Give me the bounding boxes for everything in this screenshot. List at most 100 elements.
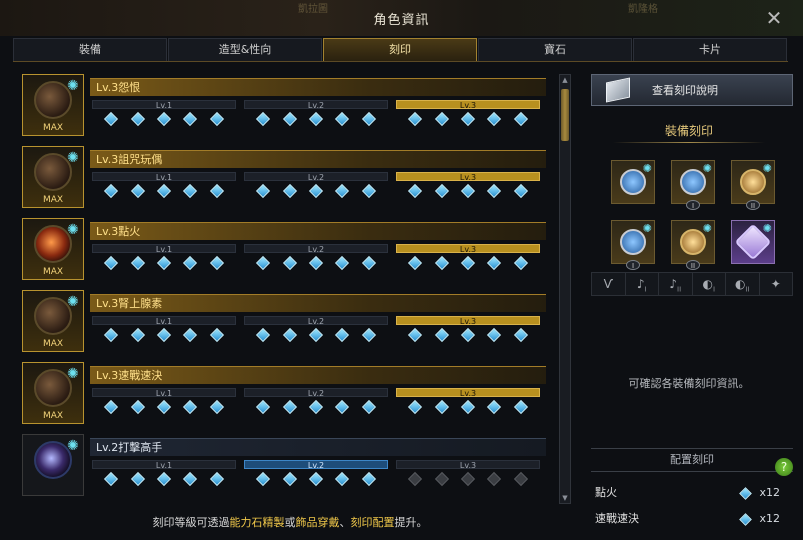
equipment-slot-ability-stone-icon[interactable]: ✺ bbox=[731, 220, 775, 264]
equipped-engraving-title: 裝備刻印 bbox=[664, 124, 713, 138]
equipment-slot-earring-icon[interactable]: ✺ II bbox=[731, 160, 775, 210]
level-header: Lv.2 bbox=[244, 388, 388, 398]
engraving-row[interactable]: ✺ MAX Lv.3腎上腺素 Lv.1 Lv.2 Lv.3 bbox=[20, 288, 550, 352]
level-group: Lv.3 bbox=[396, 244, 540, 274]
max-badge: MAX bbox=[42, 195, 64, 205]
engraving-node-icon bbox=[282, 471, 297, 487]
engraving-node-icon bbox=[434, 399, 449, 415]
engraving-node-icon bbox=[408, 327, 423, 343]
engraving-node-icon bbox=[282, 183, 297, 199]
level-group: Lv.2 bbox=[244, 100, 388, 130]
level-group: Lv.1 bbox=[92, 460, 236, 490]
engraving-spark-icon: ✺ bbox=[67, 222, 79, 238]
footer-text: 、 bbox=[339, 516, 351, 529]
engraving-name: Lv.3速戰速決 bbox=[90, 366, 546, 384]
engraving-node-icon bbox=[739, 513, 752, 526]
slot-rank-badge: I bbox=[626, 260, 640, 270]
level-header: Lv.2 bbox=[244, 100, 388, 110]
engraving-node-icon bbox=[130, 111, 145, 127]
engraving-node-icon bbox=[256, 327, 271, 343]
engraving-row[interactable]: ✺ MAX Lv.3詛咒玩偶 Lv.1 Lv.2 Lv.3 bbox=[20, 144, 550, 208]
configured-engraving-header: 配置刻印 bbox=[591, 448, 793, 472]
configured-engraving-item: 速戰速決 x12 bbox=[595, 510, 790, 528]
engraving-node-icon bbox=[308, 327, 324, 343]
engraving-node-icon bbox=[487, 255, 502, 271]
engraving-icon: ✺ MAX bbox=[22, 218, 84, 280]
window-title: 角色資訊 bbox=[373, 12, 430, 28]
filter-ability-stone-icon[interactable]: ✦ bbox=[760, 273, 793, 295]
engraving-node-icon bbox=[156, 471, 172, 487]
tab-4[interactable]: 卡片 bbox=[633, 38, 787, 61]
engraving-spark-icon: ✺ bbox=[702, 222, 712, 235]
engraving-node-icon bbox=[156, 255, 172, 271]
engraving-node-icon bbox=[361, 111, 376, 127]
engraving-node-icon bbox=[256, 111, 271, 127]
equipment-slot-ring-icon[interactable]: ✺ I bbox=[611, 220, 655, 270]
level-header: Lv.1 bbox=[92, 100, 236, 110]
engraving-row[interactable]: ✺ Lv.2打擊高手 Lv.1 Lv.2 Lv.3 bbox=[20, 432, 550, 496]
engraving-node-icon bbox=[460, 399, 476, 415]
tab-bar: 裝備 造型&性向 刻印 寶石 卡片 bbox=[13, 38, 788, 62]
earring-icon: ♪ bbox=[669, 277, 678, 291]
engraving-node-icon bbox=[513, 471, 528, 487]
engraving-node-icon bbox=[434, 111, 449, 127]
engraving-info-hint: 可確認各裝備刻印資訊。 bbox=[628, 377, 750, 390]
engraving-row[interactable]: ✺ MAX Lv.3怨恨 Lv.1 Lv.2 Lv.3 bbox=[20, 72, 550, 136]
filter-ring-icon[interactable]: ◐I bbox=[693, 273, 726, 295]
scrollbar[interactable]: ▲ ▼ bbox=[559, 74, 571, 504]
engraving-node-icon bbox=[209, 327, 224, 343]
engraving-node-icon bbox=[183, 327, 198, 343]
engraving-node-icon bbox=[130, 183, 145, 199]
equipment-slot-earring-icon[interactable]: ✺ I bbox=[671, 160, 715, 210]
engraving-row[interactable]: ✺ MAX Lv.3點火 Lv.1 Lv.2 Lv.3 bbox=[20, 216, 550, 280]
engraving-node-icon bbox=[361, 183, 376, 199]
engraving-node-icon bbox=[104, 471, 119, 487]
close-icon[interactable]: ✕ bbox=[763, 7, 785, 29]
engraving-node-icon bbox=[513, 327, 528, 343]
level-group: Lv.1 bbox=[92, 100, 236, 130]
equipment-slot-necklace-icon[interactable]: ✺ bbox=[611, 160, 655, 204]
tab-2[interactable]: 刻印 bbox=[323, 38, 477, 61]
level-header: Lv.1 bbox=[92, 316, 236, 326]
filter-earring-icon[interactable]: ♪I bbox=[626, 273, 659, 295]
filter-ring-icon[interactable]: ◐II bbox=[726, 273, 760, 295]
engraving-node-icon bbox=[487, 111, 502, 127]
configured-engraving-amount: x12 bbox=[759, 486, 780, 499]
view-engraving-description-button[interactable]: 查看刻印說明 bbox=[591, 74, 793, 106]
necklace-icon: Ѵ bbox=[603, 277, 613, 291]
equipment-slot-ring-icon[interactable]: ✺ II bbox=[671, 220, 715, 270]
engraving-node-icon bbox=[183, 471, 198, 487]
engraving-node-icon bbox=[408, 183, 423, 199]
filter-earring-icon[interactable]: ♪II bbox=[659, 273, 693, 295]
tab-0[interactable]: 裝備 bbox=[13, 38, 167, 61]
level-group: Lv.1 bbox=[92, 172, 236, 202]
engraving-node-icon bbox=[513, 183, 528, 199]
scroll-down-icon[interactable]: ▼ bbox=[560, 493, 570, 503]
engraving-row[interactable]: ✺ MAX Lv.3速戰速決 Lv.1 Lv.2 Lv.3 bbox=[20, 360, 550, 424]
help-icon[interactable]: ? bbox=[775, 458, 793, 476]
engraving-node-icon bbox=[408, 111, 423, 127]
tab-1[interactable]: 造型&性向 bbox=[168, 38, 322, 61]
filter-necklace-icon[interactable]: Ѵ bbox=[592, 273, 626, 295]
max-badge: MAX bbox=[42, 411, 64, 421]
divider bbox=[613, 142, 765, 143]
earring-icon: ♪ bbox=[636, 277, 645, 291]
engraving-node-icon bbox=[408, 399, 423, 415]
engraving-name: Lv.3怨恨 bbox=[90, 78, 546, 96]
level-group: Lv.1 bbox=[92, 388, 236, 418]
engraving-node-icon bbox=[282, 255, 297, 271]
filter-rank: I bbox=[712, 285, 716, 294]
scroll-thumb[interactable] bbox=[561, 89, 569, 141]
tab-3[interactable]: 寶石 bbox=[478, 38, 632, 61]
engraving-name: Lv.2打擊高手 bbox=[90, 438, 546, 456]
footer-hint: 刻印等級可透過能力石精製或飾品穿戴、刻印配置提升。 bbox=[20, 514, 560, 530]
level-header: Lv.2 bbox=[244, 244, 388, 254]
scroll-up-icon[interactable]: ▲ bbox=[560, 75, 570, 85]
engraving-node-icon bbox=[361, 399, 376, 415]
level-header: Lv.3 bbox=[396, 460, 540, 470]
engraving-node-icon bbox=[130, 471, 145, 487]
engraving-node-icon bbox=[335, 111, 350, 127]
engraving-node-icon bbox=[513, 111, 528, 127]
level-header: Lv.1 bbox=[92, 460, 236, 470]
footer-highlight-accessory: 飾品穿戴 bbox=[295, 516, 340, 529]
